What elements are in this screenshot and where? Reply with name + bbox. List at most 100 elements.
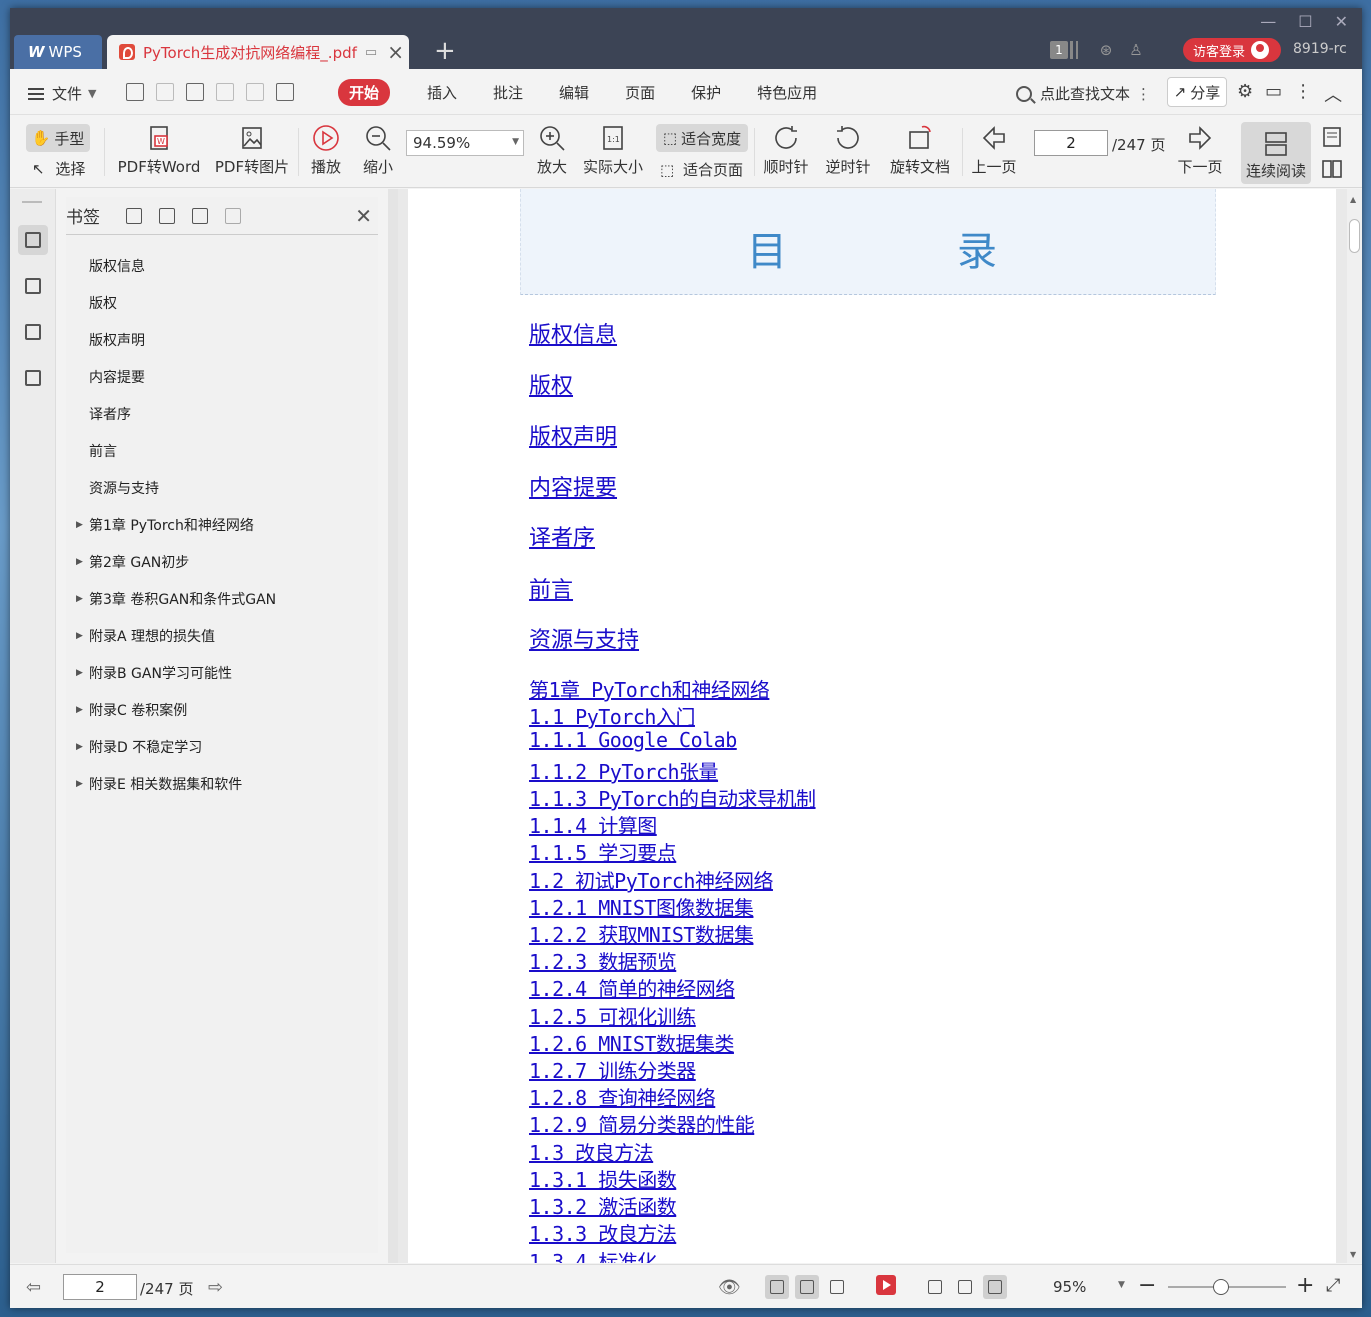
fit-page-button[interactable]: ⬚ 适合页面 [660,159,743,180]
file-menu[interactable]: 文件 ▼ [28,83,96,104]
toc-link[interactable]: 1.2.2 获取MNIST数据集 [529,919,754,948]
actual-size-button[interactable]: 1:1 实际大小 [582,124,644,177]
toc-link[interactable]: 1.3.2 激活函数 [529,1191,677,1220]
bookmark-item[interactable]: 版权 [66,284,378,321]
tab-page[interactable]: 页面 [614,79,666,106]
expand-arrow-icon[interactable]: ▶ [76,557,83,567]
minimize-icon[interactable]: — [1260,12,1276,31]
bookmark-item[interactable]: ▶ 第2章 GAN初步 [66,543,378,580]
document-view[interactable]: 目 录 版权信息 版权 版权声明 内容提要 译者序 前言 资源与支持 第1章 P… [398,189,1347,1263]
expand-arrow-icon[interactable]: ▶ [76,779,83,789]
comment-icon[interactable]: ▭ [1265,81,1282,107]
login-button[interactable]: 访客登录 [1183,38,1281,62]
next-page-button[interactable]: 下一页 [1176,124,1224,177]
close-icon[interactable]: ✕ [355,204,372,228]
tab-start[interactable]: 开始 [338,79,391,106]
annotation-panel-tab[interactable] [18,317,48,347]
close-window-icon[interactable]: ✕ [1335,12,1348,31]
bookmark-panel-tab[interactable] [18,225,48,255]
tab-protect[interactable]: 保护 [680,79,732,106]
toc-link[interactable]: 版权 [529,368,573,400]
bookmark-item[interactable]: ▶ 附录B GAN学习可能性 [66,654,378,691]
tab-edit[interactable]: 编辑 [548,79,600,106]
bookmark-item[interactable]: 前言 [66,432,378,469]
zoom-out-button[interactable]: 缩小 [360,124,396,177]
bookmark-item[interactable]: 译者序 [66,395,378,432]
redo-icon[interactable] [246,83,264,101]
play-button[interactable]: 播放 [306,124,346,177]
export-icon[interactable] [276,83,294,101]
bookmark-option-icon[interactable] [225,207,241,224]
signature-panel-tab[interactable] [18,363,48,393]
dual-page-button[interactable] [1320,158,1344,184]
toc-link[interactable]: 1.1.3 PyTorch的自动求导机制 [529,783,816,812]
expand-arrow-icon[interactable]: ▶ [76,668,83,678]
maximize-icon[interactable]: ☐ [1298,12,1312,31]
window-count-badge[interactable]: 1 [1050,41,1068,59]
share-button[interactable]: ↗ 分享 [1167,77,1227,107]
document-tab[interactable]: PyTorch生成对抗网络编程_.pdf ▭ × [107,35,409,69]
toc-link[interactable]: 前言 [529,572,573,604]
tab-annotate[interactable]: 批注 [482,79,534,106]
bookmark-item[interactable]: ▶ 第1章 PyTorch和神经网络 [66,506,378,543]
window-switch-icon[interactable] [1070,41,1078,59]
toc-link[interactable]: 1.3.4 标准化 [529,1246,657,1263]
add-bookmark-icon[interactable] [126,207,142,224]
continuous-read-button[interactable]: 连续阅读 [1241,122,1311,184]
prev-page-icon[interactable]: ⇦ [26,1277,41,1298]
next-page-icon[interactable]: ⇨ [208,1277,223,1298]
toc-link[interactable]: 1.2.3 数据预览 [529,946,677,975]
single-page-toggle[interactable] [795,1275,819,1299]
actual-size-toggle[interactable] [923,1275,947,1299]
single-page-button[interactable] [1320,126,1344,152]
bookmark-item[interactable]: ▶ 第3章 卷积GAN和条件式GAN [66,580,378,617]
toc-link[interactable]: 1.2.5 可视化训练 [529,1001,696,1030]
toc-link[interactable]: 1.1 PyTorch入门 [529,701,695,730]
toc-link[interactable]: 1.3 改良方法 [529,1137,654,1166]
bookmark-item[interactable]: ▶ 附录E 相关数据集和软件 [66,765,378,802]
scroll-down-icon[interactable]: ▼ [1350,1250,1356,1259]
zoom-in-button[interactable]: 放大 [534,124,570,177]
zoom-slider-knob[interactable] [1213,1279,1229,1295]
bookmark-item[interactable]: 版权声明 [66,321,378,358]
search-text[interactable]: 点此查找文本 ⋮ [1016,83,1151,104]
status-page-input[interactable]: 2 [63,1274,137,1300]
fit-width-toggle[interactable] [983,1275,1007,1299]
close-tab-icon[interactable]: × [387,42,404,62]
scroll-up-icon[interactable]: ▲ [1350,195,1356,204]
toc-link[interactable]: 1.2.6 MNIST数据集类 [529,1028,734,1057]
bookmark-item[interactable]: ▶ 附录C 卷积案例 [66,691,378,728]
toc-link[interactable]: 1.1.5 学习要点 [529,837,677,866]
bookmark-item[interactable]: ▶ 附录D 不稳定学习 [66,728,378,765]
toc-link[interactable]: 1.2.4 简单的神经网络 [529,973,735,1002]
wps-home-tab[interactable]: W WPS [14,35,102,69]
skin-icon[interactable]: ♙ [1127,41,1145,59]
new-tab-button[interactable]: + [434,38,456,64]
page-number-input[interactable]: 2 [1034,130,1108,156]
save-icon[interactable] [156,83,174,101]
toc-link[interactable]: 1.3.3 改良方法 [529,1218,677,1247]
fullscreen-icon[interactable]: ⤢ [1326,1275,1340,1296]
chevron-down-icon[interactable]: ▼ [1118,1280,1125,1290]
zoom-minus-icon[interactable]: − [1138,1273,1156,1298]
zoom-plus-icon[interactable]: + [1296,1273,1314,1298]
continuous-view-toggle[interactable] [765,1275,789,1299]
pdf-to-word-button[interactable]: W PDF转Word [114,124,204,177]
toc-link[interactable]: 1.2.7 训练分类器 [529,1055,696,1084]
eye-icon[interactable]: 👁 [718,1277,741,1298]
toc-link[interactable]: 1.2.8 查询神经网络 [529,1082,716,1111]
bookmark-item[interactable]: 内容提要 [66,358,378,395]
bookmark-item[interactable]: ▶ 附录A 理想的损失值 [66,617,378,654]
monitor-icon[interactable]: ▭ [365,45,377,60]
toc-link[interactable]: 内容提要 [529,470,617,502]
toc-link[interactable]: 版权声明 [529,419,617,451]
expand-arrow-icon[interactable]: ▶ [76,742,83,752]
toc-link[interactable]: 1.1.1 Google Colab [529,728,737,752]
thumbnail-panel-tab[interactable] [18,271,48,301]
fit-page-toggle[interactable] [953,1275,977,1299]
more-vertical-icon[interactable]: ⋮ [1294,81,1312,107]
expand-arrow-icon[interactable]: ▶ [76,705,83,715]
panel-resize-bar[interactable] [388,189,398,1263]
play-icon[interactable] [876,1275,896,1295]
toc-link[interactable]: 1.2 初试PyTorch神经网络 [529,865,773,894]
